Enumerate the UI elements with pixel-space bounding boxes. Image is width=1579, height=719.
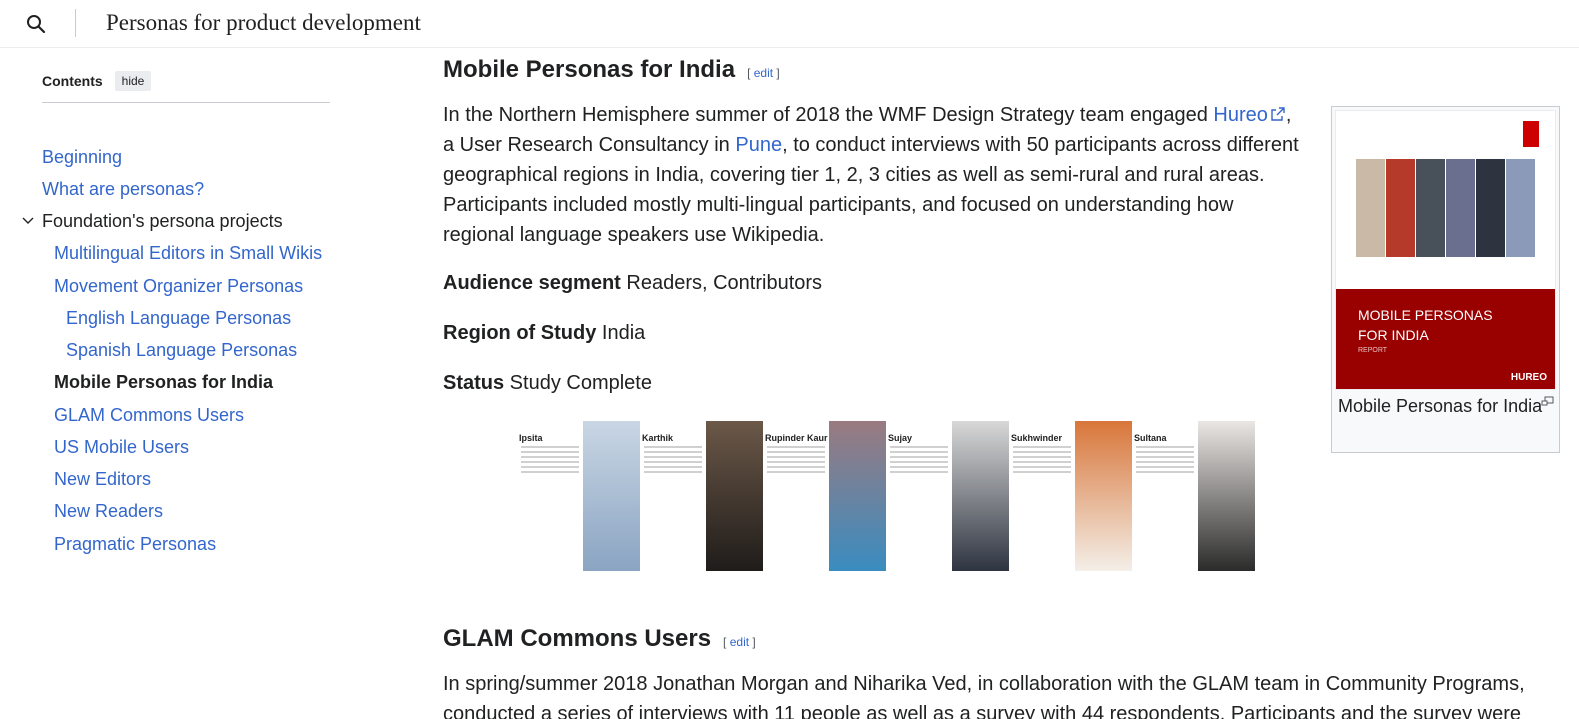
section-heading-text: Mobile Personas for India [443, 56, 736, 83]
edit-bracket-open: [ [723, 635, 730, 649]
external-link-icon [1271, 107, 1285, 121]
toc-item-label: Foundation's persona projects [42, 211, 283, 231]
toc-title: Contents [42, 73, 103, 89]
persona-name: Sujay [888, 433, 913, 443]
cover-accent [1523, 121, 1539, 147]
para-line: regional language speakers use Wikipedia… [443, 224, 825, 246]
cover-banner: MOBILE PERSONAS FOR INDIA REPORT HUREO [1336, 289, 1555, 389]
persona-card: Ipsita [517, 421, 640, 571]
search-button[interactable] [22, 10, 50, 38]
persona-photo [952, 421, 1009, 571]
persona-photo [583, 421, 640, 571]
persona-card: Sujay [886, 421, 1009, 571]
persona-strip-image[interactable]: Ipsita Karthik Rupinder Kaur Sujay Sukhw… [517, 421, 1255, 571]
para-line: geographical regions in India, covering … [443, 164, 1265, 186]
study-status: Status Study Complete [443, 369, 652, 397]
cover-title-line: MOBILE PERSONAS [1358, 307, 1493, 323]
persona-doc: Sultana [1132, 421, 1198, 571]
persona-doc: Sujay [886, 421, 952, 571]
search-icon [27, 15, 46, 34]
persona-doc: Karthik [640, 421, 706, 571]
persona-doc: Sukhwinder [1009, 421, 1075, 571]
edit-link[interactable]: edit [754, 66, 773, 80]
field-value: Study Complete [504, 372, 652, 394]
para-text: In the Northern Hemisphere summer of 201… [443, 104, 1214, 126]
report-cover-image[interactable]: MOBILE PERSONAS FOR INDIA REPORT HUREO [1335, 110, 1556, 390]
edit-link[interactable]: edit [730, 635, 749, 649]
field-label: Audience segment [443, 272, 621, 294]
persona-card: Sultana [1132, 421, 1255, 571]
page-title: Personas for product development [106, 10, 421, 35]
para-text: , to conduct interviews with 50 particip… [782, 134, 1299, 156]
edit-bracket-close: ] [773, 66, 780, 80]
field-label: Status [443, 372, 505, 394]
pune-link[interactable]: Pune [735, 134, 782, 156]
persona-name: Karthik [642, 433, 674, 443]
section-heading-text: GLAM Commons Users [443, 625, 712, 652]
toc-item-pragmatic-personas[interactable]: Pragmatic Personas [54, 533, 216, 555]
edit-bracket-close: ] [749, 635, 756, 649]
section-paragraph: In the Northern Hemisphere summer of 201… [443, 100, 1323, 250]
toc-item-new-editors[interactable]: New Editors [54, 468, 151, 490]
persona-photo [706, 421, 763, 571]
toc-item-spanish-language[interactable]: Spanish Language Personas [66, 339, 297, 361]
para-line: conducted a series of interviews with 11… [443, 703, 1521, 719]
enlarge-icon[interactable] [1541, 396, 1554, 407]
para-text: , [1285, 104, 1292, 126]
para-line: Participants included mostly multi-lingu… [443, 194, 1234, 216]
chevron-down-icon[interactable] [20, 213, 36, 229]
field-value: India [596, 322, 646, 344]
section-heading-mobile-personas: Mobile Personas for India [ edit ] [443, 56, 780, 84]
cover-logo: HUREO [1510, 372, 1547, 383]
persona-photo [1198, 421, 1255, 571]
page-header: Personas for product development [0, 0, 1579, 48]
cover-title: MOBILE PERSONAS FOR INDIA [1358, 305, 1493, 345]
toc-item-movement-organizer[interactable]: Movement Organizer Personas [54, 275, 303, 297]
para-text: a User Research Consultancy in [443, 134, 736, 156]
persona-card: Rupinder Kaur [763, 421, 886, 571]
toc-item-what-are-personas[interactable]: What are personas? [42, 178, 204, 200]
audience-segment: Audience segment Readers, Contributors [443, 269, 822, 297]
toc-header: Contents hide [42, 70, 330, 103]
hureo-link[interactable]: Hureo [1213, 104, 1267, 126]
thumb-caption: Mobile Personas for India [1335, 390, 1556, 419]
para-line: a User Research Consultancy in Pune, to … [443, 130, 1323, 160]
section-paragraph: In spring/summer 2018 Jonathan Morgan an… [443, 669, 1563, 719]
field-label: Region of Study [443, 322, 597, 344]
persona-photo [829, 421, 886, 571]
persona-name: Rupinder Kaur [765, 433, 828, 443]
table-of-contents: Contents hide Beginning What are persona… [22, 70, 330, 554]
persona-photo [1075, 421, 1132, 571]
header-divider [75, 9, 76, 37]
para-line: In spring/summer 2018 Jonathan Morgan an… [443, 673, 1525, 695]
persona-name: Ipsita [519, 433, 543, 443]
persona-name: Sultana [1134, 433, 1167, 443]
edit-section-link: [ edit ] [723, 635, 756, 649]
toc-item-glam-commons[interactable]: GLAM Commons Users [54, 404, 244, 426]
caption-text: Mobile Personas for India [1338, 396, 1543, 416]
para-line: In the Northern Hemisphere summer of 201… [443, 100, 1323, 130]
toc-hide-button[interactable]: hide [114, 71, 152, 91]
cover-title-line: FOR INDIA [1358, 327, 1429, 343]
toc-item-multilingual-editors[interactable]: Multilingual Editors in Small Wikis [54, 242, 322, 264]
edit-section-link: [ edit ] [747, 66, 780, 80]
toc-item-english-language[interactable]: English Language Personas [66, 307, 291, 329]
toc-item-new-readers[interactable]: New Readers [54, 500, 163, 522]
field-value: Readers, Contributors [620, 272, 823, 294]
toc-item-foundation-projects[interactable]: Foundation's persona projects [22, 210, 283, 232]
cover-report-label: REPORT [1358, 347, 1388, 354]
persona-card: Karthik [640, 421, 763, 571]
persona-card: Sukhwinder [1009, 421, 1132, 571]
section-heading-glam-commons: GLAM Commons Users [ edit ] [443, 625, 756, 653]
toc-item-us-mobile-users[interactable]: US Mobile Users [54, 436, 189, 458]
region-of-study: Region of Study India [443, 319, 645, 347]
report-thumbnail: MOBILE PERSONAS FOR INDIA REPORT HUREO Mo… [1331, 106, 1560, 453]
toc-item-mobile-personas-india[interactable]: Mobile Personas for India [54, 371, 273, 393]
edit-bracket-open: [ [747, 66, 754, 80]
persona-doc: Ipsita [517, 421, 583, 571]
toc-item-beginning[interactable]: Beginning [42, 146, 122, 168]
persona-doc: Rupinder Kaur [763, 421, 829, 571]
persona-name: Sukhwinder [1011, 433, 1063, 443]
